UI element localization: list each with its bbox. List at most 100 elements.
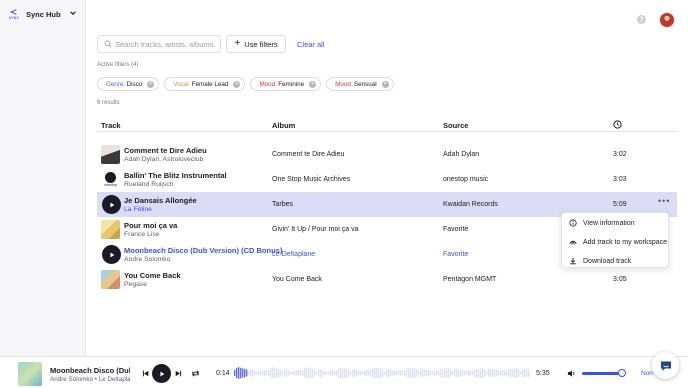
header-album[interactable]: Album — [272, 121, 295, 130]
waveform-bar — [414, 368, 416, 378]
waveform-bar — [288, 370, 290, 376]
track-artist[interactable]: France Lise — [124, 231, 160, 238]
filter-chip[interactable]: Mood Feminine × — [250, 77, 322, 91]
table-row[interactable]: onestop Ballin' The Blitz Instrumental R… — [97, 167, 677, 192]
waveform-bar — [268, 370, 270, 376]
play-icon — [159, 371, 164, 376]
waveform-bar — [372, 368, 374, 378]
menu-item-add-to-workspace[interactable]: Add track to my workspace — [562, 233, 670, 251]
player-extra-link[interactable]: Non — [641, 370, 653, 377]
waveform-bar — [310, 368, 312, 378]
remove-chip-icon[interactable]: × — [233, 80, 241, 88]
remove-chip-icon[interactable]: × — [309, 80, 317, 88]
chevron-down-icon[interactable] — [69, 9, 77, 17]
waveform-bar — [448, 367, 450, 379]
waveform-bar — [520, 371, 522, 375]
menu-item-view-information[interactable]: View information — [562, 214, 670, 232]
waveform-bar — [392, 370, 394, 376]
track-title[interactable]: You Come Back — [124, 271, 181, 280]
filter-chip[interactable]: Mood Sensual × — [326, 77, 394, 91]
next-icon[interactable] — [175, 370, 182, 377]
waveform-bar — [488, 369, 490, 377]
waveform-bar — [252, 369, 254, 377]
track-album[interactable]: Comment te Dire Adieu — [272, 151, 344, 158]
brand-switcher[interactable]: SYNC Sync Hub — [6, 6, 61, 22]
track-album[interactable]: One Stop Music Archives — [272, 176, 350, 183]
waveform-bar — [294, 371, 296, 375]
player-track-artist[interactable]: Andre Solomko • Le Deltaplane — [50, 376, 130, 383]
track-album[interactable]: Givin' It Up / Pour moi ça va — [272, 226, 359, 233]
waveform-bar — [410, 368, 412, 378]
volume-slider[interactable] — [582, 369, 626, 377]
search-input[interactable] — [115, 39, 215, 49]
remove-chip-icon[interactable]: × — [147, 80, 155, 88]
track-artist[interactable]: Roeland Ruijsch — [124, 181, 174, 188]
waveform-bar — [518, 369, 520, 377]
waveform-bar — [472, 370, 474, 376]
table-row[interactable]: You Come Back Pegase You Come Back Penta… — [97, 267, 677, 292]
repeat-icon[interactable] — [191, 369, 200, 378]
track-album[interactable]: Le Deltaplane — [272, 251, 315, 258]
filter-chip[interactable]: Genre Disco × — [97, 77, 160, 91]
track-album[interactable]: You Come Back — [272, 276, 322, 283]
waveform-bar — [418, 371, 420, 375]
search-box[interactable] — [97, 35, 221, 53]
play-button[interactable] — [152, 364, 171, 383]
play-track-button[interactable] — [102, 195, 121, 214]
track-title[interactable]: Moonbeach Disco (Dub Version) (CD Bonus) — [124, 246, 282, 255]
player-cover[interactable] — [18, 362, 42, 386]
waveform-seekbar[interactable] — [234, 366, 530, 380]
track-artist[interactable]: Andre Solomko — [124, 256, 170, 263]
use-filters-button[interactable]: + Use filters — [226, 35, 286, 53]
previous-icon[interactable] — [142, 370, 149, 377]
track-artist[interactable]: La Féline — [124, 206, 152, 213]
remove-chip-icon[interactable]: × — [381, 80, 389, 88]
waveform-bar — [286, 369, 288, 377]
track-artist[interactable]: Adah Dylan, Astroloveclub — [124, 156, 203, 163]
track-title[interactable]: Pour moi ça va — [124, 221, 177, 230]
track-duration: 5:09 — [613, 201, 627, 208]
waveform-bar — [416, 369, 418, 377]
table-row[interactable]: Comment te Dire Adieu Adah Dylan, Astrol… — [97, 142, 677, 167]
waveform-bar — [284, 369, 286, 377]
waveform-bar — [346, 368, 348, 378]
chip-value: Sensual — [353, 80, 377, 88]
track-artist[interactable]: Pegase — [124, 281, 147, 288]
track-title[interactable]: Ballin' The Blitz Instrumental — [124, 171, 227, 180]
waveform-bar — [498, 370, 500, 376]
more-options-icon[interactable]: ••• — [658, 196, 670, 206]
chip-category: Mood — [335, 80, 351, 88]
waveform-bar — [368, 370, 370, 376]
track-cover[interactable]: onestop — [101, 170, 120, 189]
clock-icon[interactable] — [613, 120, 622, 129]
track-title[interactable]: Je Dansais Allongée — [124, 196, 197, 205]
chat-icon — [660, 361, 671, 371]
track-cover[interactable] — [101, 145, 120, 164]
track-cover[interactable] — [101, 220, 120, 239]
track-album[interactable]: Tarbes — [272, 201, 293, 208]
waveform-bar — [242, 368, 244, 378]
header-track[interactable]: Track — [101, 121, 121, 130]
waveform-bar — [526, 368, 528, 378]
waveform-bar — [378, 368, 380, 378]
waveform-bar — [348, 369, 350, 377]
clear-all-link[interactable]: Clear all — [297, 40, 325, 49]
volume-icon[interactable] — [567, 369, 576, 378]
info-icon — [569, 219, 577, 227]
filter-chip[interactable]: Vocal Female Lead × — [164, 77, 246, 91]
volume-knob[interactable] — [617, 369, 626, 377]
avatar[interactable] — [659, 12, 675, 28]
waveform-bar — [376, 368, 378, 378]
waveform-bar — [302, 370, 304, 376]
chat-support-button[interactable] — [652, 352, 679, 379]
track-cover[interactable] — [101, 270, 120, 289]
player-track-title[interactable]: Moonbeach Disco (Dub Version) (CD Bonus) — [50, 366, 130, 375]
track-title[interactable]: Comment te Dire Adieu — [124, 146, 207, 155]
menu-item-download-track[interactable]: Download track — [562, 252, 670, 270]
waveform-bar — [246, 369, 248, 377]
header-source[interactable]: Source — [443, 121, 468, 130]
help-icon[interactable]: ? — [637, 15, 646, 24]
chip-value: Feminine — [278, 80, 305, 88]
waveform-bar — [468, 369, 470, 377]
play-track-button[interactable] — [102, 245, 121, 264]
